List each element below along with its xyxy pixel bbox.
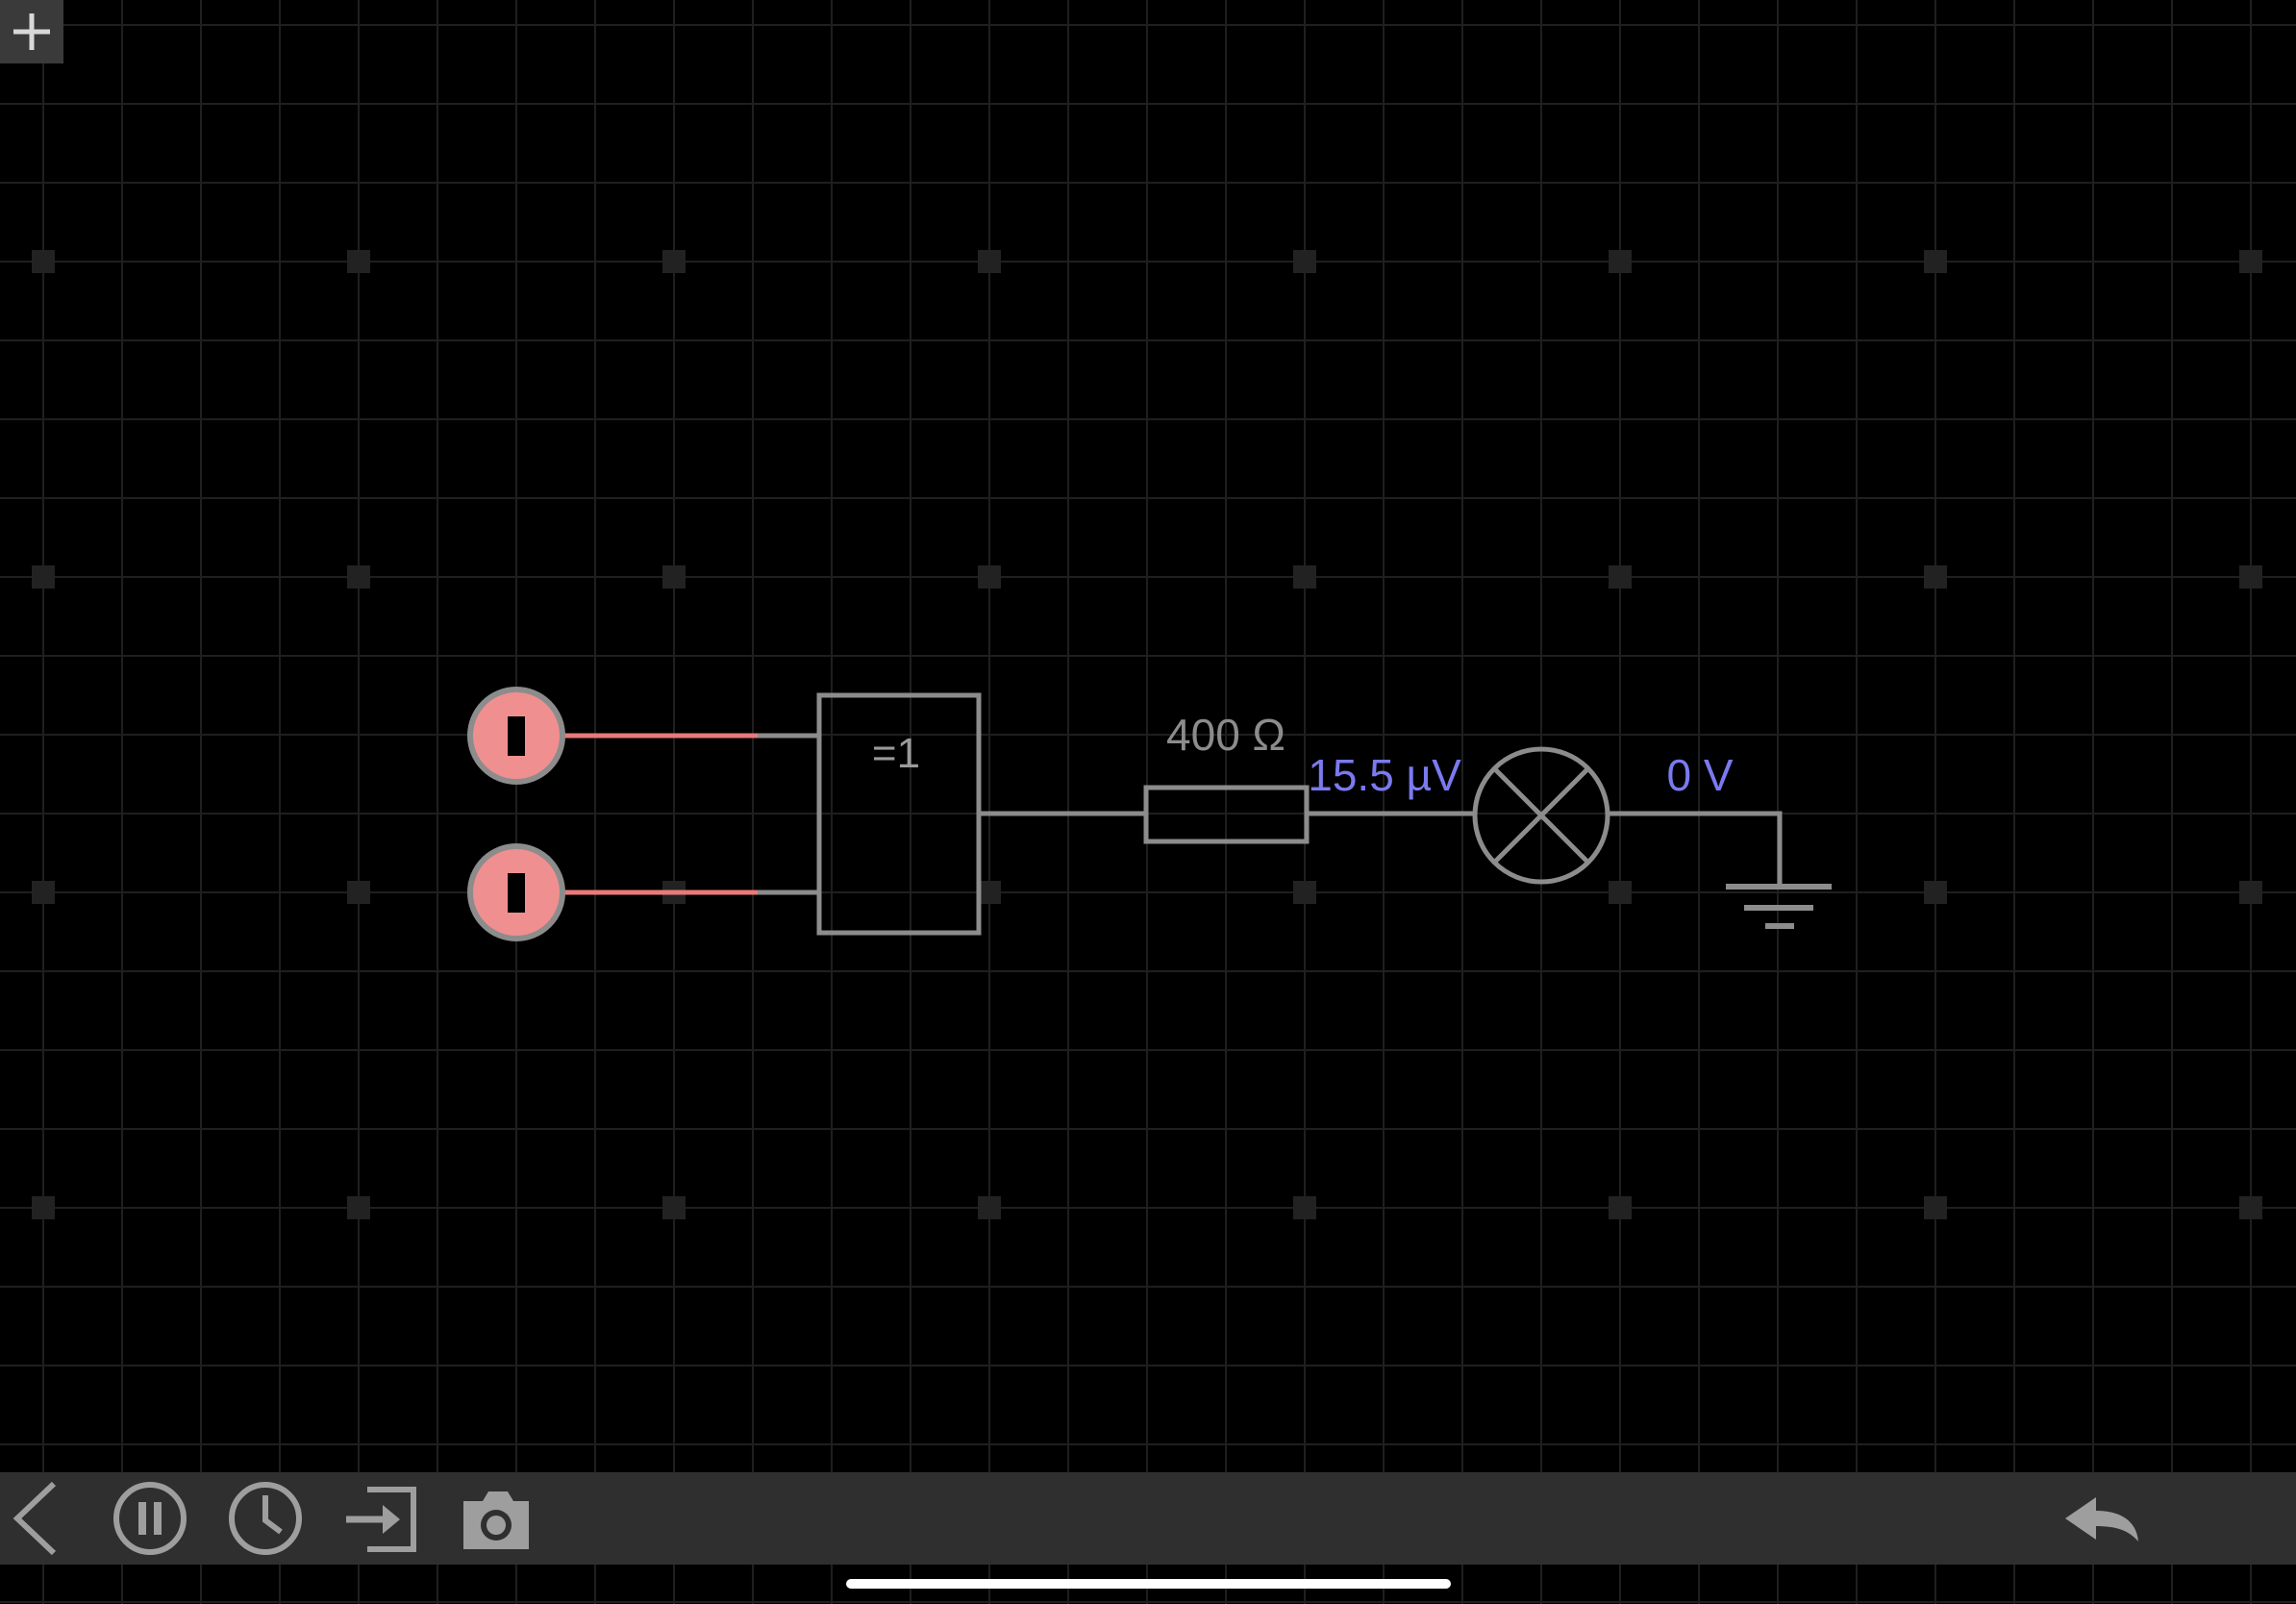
back-button[interactable] xyxy=(0,1472,73,1565)
resistor-value-label: 400 Ω xyxy=(1166,710,1285,760)
grid-anchor-dot xyxy=(347,1196,370,1219)
undo-icon xyxy=(2065,1497,2138,1541)
grid-anchor-dot xyxy=(32,250,55,273)
circuit-canvas[interactable]: =1 400 Ω 15.5 µV 0 V xyxy=(0,0,2296,1604)
grid-anchor-dot xyxy=(2239,1196,2262,1219)
grid-anchor-dot xyxy=(32,1196,55,1219)
grid-anchor-dot xyxy=(1609,250,1632,273)
grid-anchor-dot xyxy=(1924,881,1947,904)
grid-anchor-dot xyxy=(347,881,370,904)
grid-anchor-dot xyxy=(1609,565,1632,589)
grid-anchor-dot xyxy=(978,565,1001,589)
grid-anchor-dot xyxy=(978,881,1001,904)
grid-anchor-dot xyxy=(2239,881,2262,904)
grid-anchor-dot xyxy=(1924,565,1947,589)
switch-state-indicator xyxy=(508,716,525,756)
pause-button[interactable] xyxy=(108,1472,192,1565)
bottom-toolbar xyxy=(0,1472,2296,1565)
history-button[interactable] xyxy=(223,1472,308,1565)
import-button[interactable] xyxy=(338,1472,423,1565)
home-indicator xyxy=(846,1579,1451,1589)
input-switch-2[interactable] xyxy=(467,843,565,941)
camera-icon xyxy=(463,1491,529,1549)
clock-icon xyxy=(229,1482,302,1555)
grid-anchor-dot xyxy=(1609,881,1632,904)
input-switch-1[interactable] xyxy=(467,687,565,785)
undo-button[interactable] xyxy=(2056,1472,2148,1565)
grid-anchor-dot xyxy=(978,250,1001,273)
back-icon xyxy=(12,1481,57,1556)
grid-anchor-dot xyxy=(1293,250,1316,273)
lamp-input-voltage-label: 15.5 µV xyxy=(1308,750,1461,800)
add-component-button[interactable] xyxy=(0,0,63,63)
switch-state-indicator xyxy=(508,873,525,913)
grid-anchor-dot xyxy=(662,565,686,589)
grid-anchor-dot xyxy=(32,565,55,589)
grid-anchor-dot xyxy=(1924,250,1947,273)
grid-anchor-dot xyxy=(662,250,686,273)
grid-anchor-dot xyxy=(347,565,370,589)
grid-anchor-dot xyxy=(1293,565,1316,589)
grid-anchor-dot xyxy=(978,1196,1001,1219)
lamp-output-voltage-label: 0 V xyxy=(1666,750,1733,800)
gate-label: =1 xyxy=(872,730,920,777)
grid-anchor-dot xyxy=(1609,1196,1632,1219)
import-icon xyxy=(346,1487,416,1552)
grid-anchor-dot xyxy=(2239,250,2262,273)
grid-anchor-dot xyxy=(2239,565,2262,589)
grid-anchor-dot xyxy=(1293,1196,1316,1219)
grid-anchor-dot xyxy=(32,881,55,904)
grid-anchor-dot xyxy=(347,250,370,273)
grid-anchor-dot xyxy=(1924,1196,1947,1219)
grid-anchor-dot xyxy=(1293,881,1316,904)
screenshot-button[interactable] xyxy=(454,1472,538,1565)
pause-icon xyxy=(113,1482,187,1555)
plus-icon xyxy=(13,13,50,50)
grid-anchor-dot xyxy=(662,1196,686,1219)
